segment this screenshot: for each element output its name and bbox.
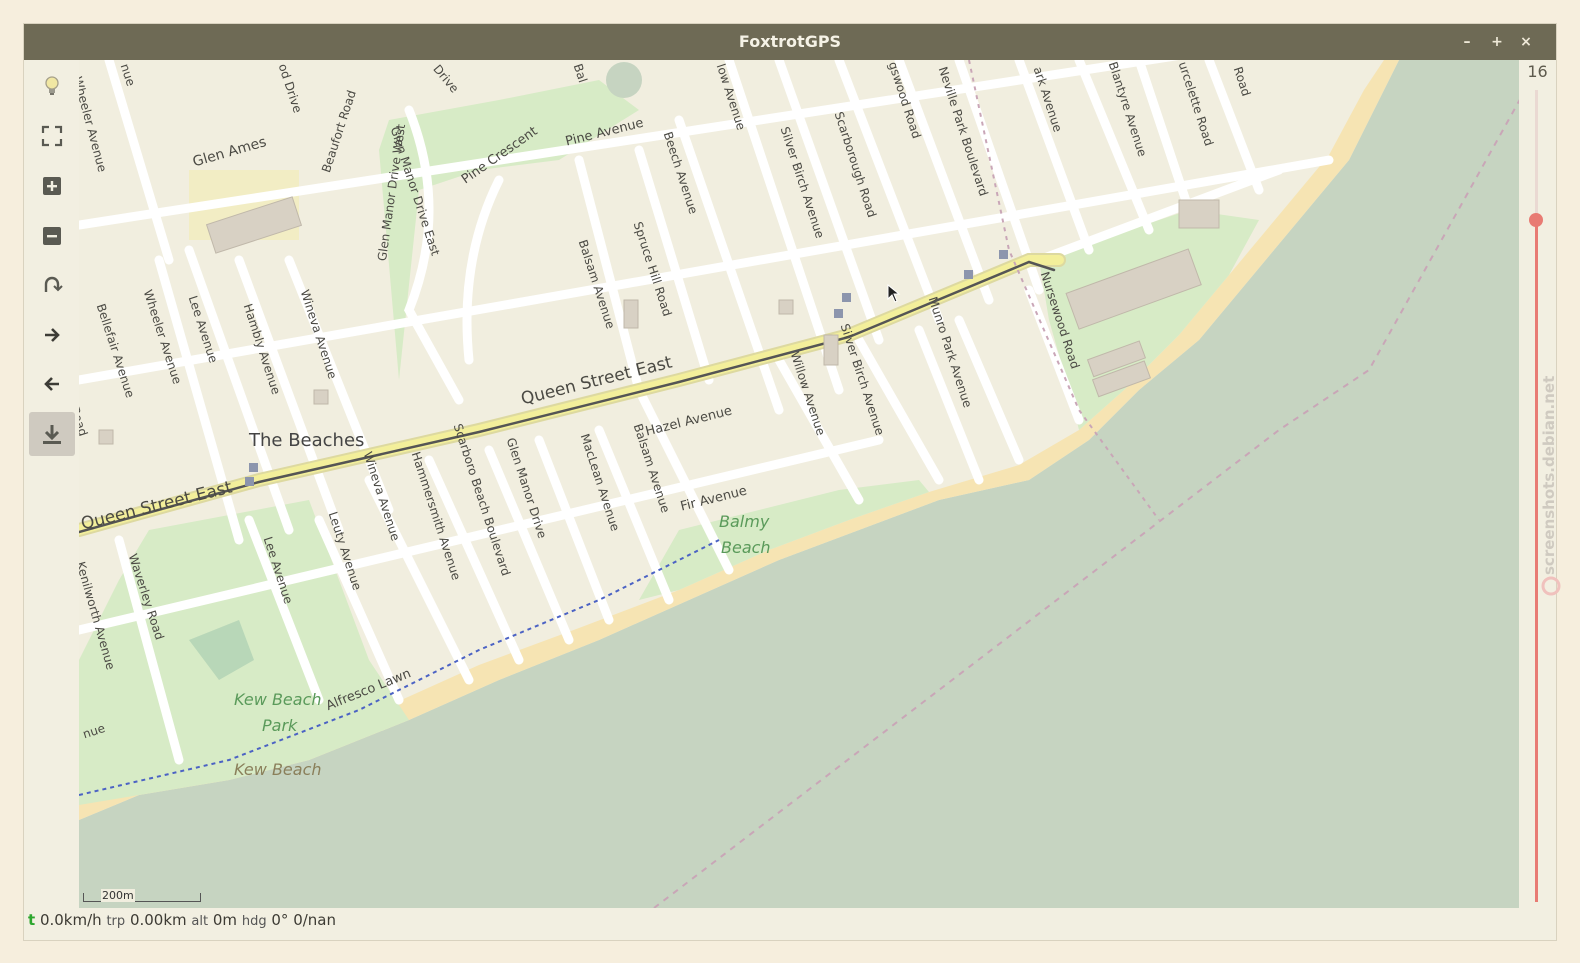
label-road-left: Road [79,405,91,438]
label-pine-crescent: Pine Crescent [459,123,541,188]
fullscreen-icon [41,125,63,147]
maximize-button[interactable]: + [1485,24,1509,60]
label-scarborough-road: Scarborough Road [831,110,880,220]
label-drive-top: Drive [430,62,462,96]
download-icon [43,425,61,444]
label-wineva-avenue-2: Wineva Avenue [360,450,403,543]
forward-button[interactable] [29,313,75,357]
label-wheeler-avenue-2: Wheeler Avenue [140,288,185,386]
back-button[interactable] [29,362,75,406]
label-beech-avenue: Beech Avenue [660,130,701,216]
label-kew-beach-park-1: Kew Beach [234,690,322,709]
label-road-top-right: Road [1230,65,1254,98]
satellites-value: 0/nan [293,911,336,929]
label-fir-avenue: Fir Avenue [679,483,749,515]
zoom-handle[interactable] [1529,212,1543,227]
map-toolbar [24,60,79,936]
label-avenue-top: nue [117,62,138,88]
watermark-text: screenshots.debian.net [1540,375,1558,575]
label-kingswood-road: gswood Road [885,60,924,141]
scale-bar-label: 200m [101,889,135,902]
window-title: FoxtrotGPS [738,32,842,51]
label-balsam-avenue: Balsam Avenue [575,238,618,331]
label-hazel-avenue: Hazel Avenue [644,403,734,440]
label-nursewood-road: Nursewood Road [1037,270,1083,371]
label-pine-avenue: Pine Avenue [564,115,646,150]
hdg-value: 0° [271,911,289,929]
zoom-out-button[interactable] [29,214,75,258]
label-kew-beach-park-2: Park [262,716,298,735]
download-button[interactable] [29,412,75,456]
label-neville-park-boulevard: Neville Park Boulevard [935,65,991,198]
label-wheeler-avenue: Wheeler Avenue [79,75,110,174]
title-bar[interactable]: FoxtrotGPS – + × [24,24,1556,60]
label-hambly-avenue: Hambly Avenue [240,302,284,397]
trip-value: 0.00km [129,911,187,929]
label-glen-manor-drive: Glen Manor Drive [503,436,550,541]
map-labels: The Beaches Queen Street East Queen Stre… [79,60,1542,908]
label-bellefair-avenue: Bellefair Avenue [93,302,138,400]
light-bulb-icon [45,76,59,95]
label-queen-street-east-1: Queen Street East [79,477,235,535]
label-lee-avenue: Lee Avenue [185,294,221,365]
autocenter-button[interactable] [29,263,75,307]
zoom-in-button[interactable] [29,164,75,208]
alt-label: alt [191,914,209,929]
forward-arrow-icon [45,328,60,342]
back-arrow-icon [44,377,59,391]
label-balmy-beach-1: Balmy [719,512,770,531]
label-alfresco-lawn: Alfresco Lawn [324,666,414,714]
label-queen-street-east-2: Queen Street East [519,352,675,410]
label-maclean-avenue: MacLean Avenue [577,432,623,533]
label-od-drive: od Drive [275,62,305,115]
label-spruce-hill-road: Spruce Hill Road [630,220,675,319]
label-the-beaches: The Beaches [249,430,365,451]
label-bal-top: Bal [570,62,590,85]
label-courcelette-road: urcelette Road [1175,60,1217,148]
label-waverley-road: Waverley Road [125,552,167,642]
fullscreen-button[interactable] [29,114,75,158]
map-view[interactable]: The Beaches Queen Street East Queen Stre… [79,60,1542,908]
label-beaufort-road: Beaufort Road [319,88,359,175]
label-kenilworth-avenue: Kenilworth Avenue [79,560,118,672]
minimize-button[interactable]: – [1455,24,1479,60]
speed-prefix: t [28,911,36,929]
label-avenue-left: nue [81,721,107,742]
zoom-out-icon [43,227,61,245]
label-silver-birch-avenue: Silver Birch Avenue [777,125,827,240]
hdg-label: hdg [241,914,267,929]
mouse-cursor-icon [887,284,901,303]
label-blantyre-avenue: Blantyre Avenue [1105,60,1150,159]
label-balmy-beach-2: Beach [721,538,771,557]
watermark: screenshots.debian.net [1538,360,1564,610]
zoom-level-label: 16 [1527,62,1548,81]
zoom-in-icon [43,177,61,195]
label-hammersmith-avenue: Hammersmith Avenue [408,450,464,582]
label-wineva-avenue: Wineva Avenue [297,288,340,381]
label-munro-park-avenue: Munro Park Avenue [925,295,975,410]
label-lee-avenue-2: Lee Avenue [260,535,296,606]
label-low-avenue: low Avenue [713,62,749,132]
speed-value: 0.0km/h [39,911,102,929]
trip-label: trp [106,914,126,929]
label-glen-ames: Glen Ames [191,134,269,171]
label-scarboro-beach-boulevard: Scarboro Beach Boulevard [450,422,514,578]
light-bulb-button[interactable] [29,64,75,108]
alt-value: 0m [212,911,238,929]
label-silver-birch-avenue-2: Silver Birch Avenue [837,322,887,437]
label-willow-avenue: Willow Avenue [787,350,828,438]
autocenter-icon [44,276,63,292]
close-button[interactable]: × [1514,24,1538,60]
label-leuty-avenue: Leuty Avenue [325,510,365,593]
status-bar: t 0.0km/h trp 0.00km alt 0m hdg 0° 0/nan [24,908,1556,932]
label-kew-beach: Kew Beach [234,760,322,779]
foxtrotgps-window: FoxtrotGPS – + × The Beaches Queen Stree… [24,24,1556,940]
label-park-avenue: ark Avenue [1030,65,1065,134]
debian-swirl-icon [1541,576,1561,596]
